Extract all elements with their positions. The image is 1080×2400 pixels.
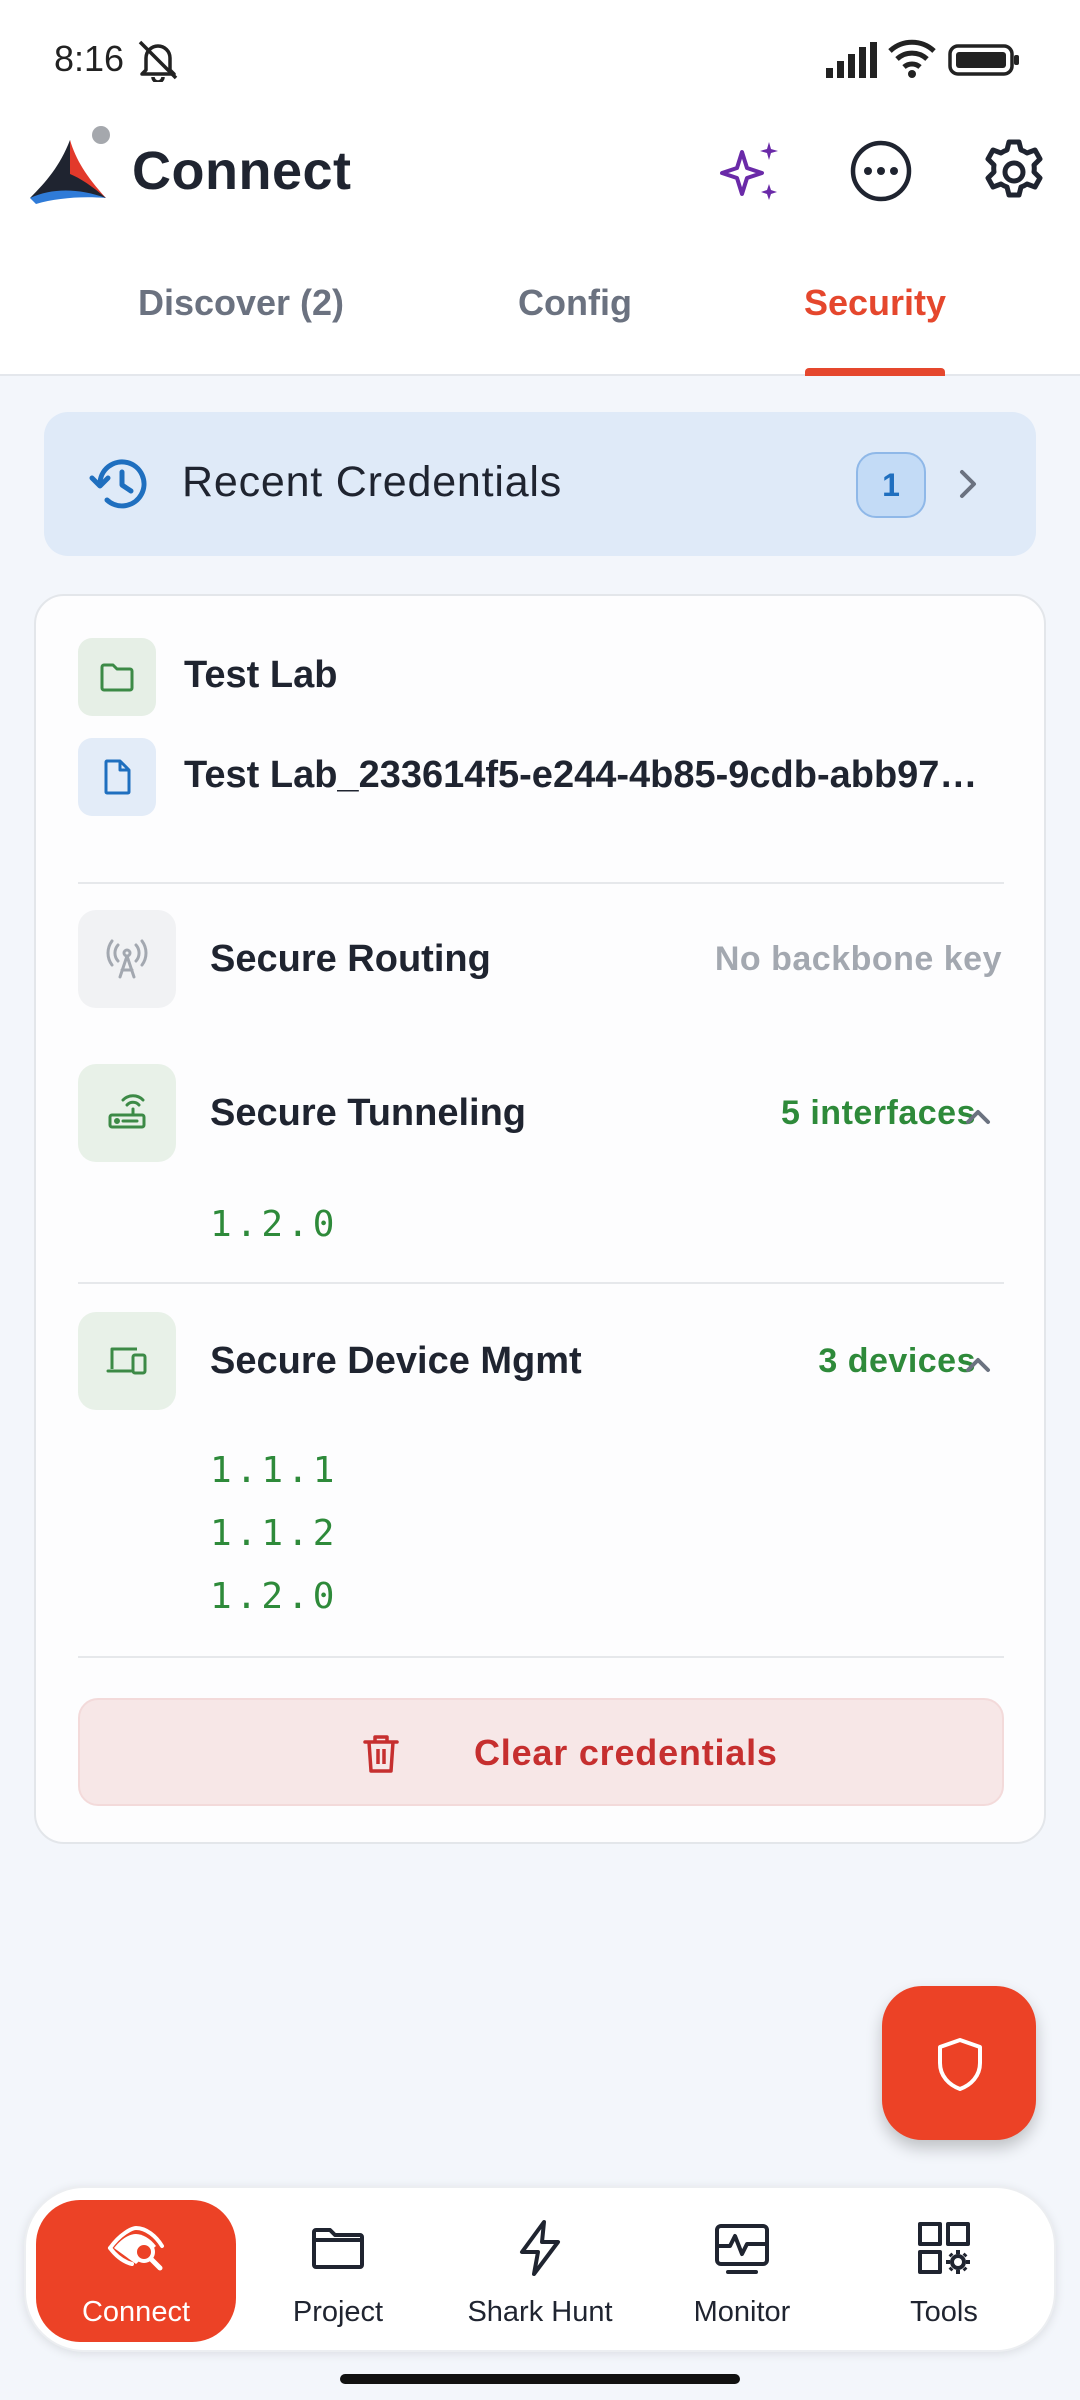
- sparkles-icon[interactable]: [716, 138, 786, 208]
- tunneling-version: 1.2.0: [210, 1204, 339, 1245]
- home-indicator: [340, 2374, 740, 2384]
- recent-credentials-count-badge: 1: [856, 452, 926, 518]
- connect-eye-icon: [108, 2225, 164, 2271]
- wifi-icon: [888, 39, 936, 78]
- status-time: 8:16: [54, 38, 125, 79]
- divider: [78, 882, 1004, 884]
- nav-label: Connect: [81, 2296, 190, 2328]
- connection-status-dot: [92, 126, 110, 144]
- project-name: Test Lab: [184, 654, 338, 696]
- device-mgmt-icon-box: [78, 1312, 176, 1410]
- tab-discover[interactable]: Discover (2): [136, 282, 346, 324]
- device-mgmt-version: 1.2.0: [210, 1576, 339, 1617]
- notifications-muted-icon: [138, 40, 178, 82]
- nav-item-monitor[interactable]: Monitor: [642, 2200, 842, 2342]
- lightning-icon: [520, 2220, 560, 2276]
- security-fab-button[interactable]: [882, 1986, 1036, 2140]
- divider: [78, 1656, 1004, 1658]
- credential-card: Test Lab Test Lab_233614f5-e244-4b85-9cd…: [34, 594, 1046, 1844]
- section-title-secure-tunneling: Secure Tunneling: [210, 1092, 527, 1134]
- folder-icon: [312, 2228, 364, 2269]
- tools-icon: [918, 2222, 970, 2274]
- file-icon: [104, 759, 131, 795]
- nav-item-shark-hunt[interactable]: Shark Hunt: [440, 2200, 640, 2342]
- file-icon-box: [78, 738, 156, 816]
- clear-credentials-button[interactable]: Clear credentials: [78, 1698, 1004, 1806]
- nav-item-connect[interactable]: Connect: [36, 2200, 236, 2342]
- nav-label: Shark Hunt: [467, 2296, 613, 2328]
- divider: [78, 1282, 1004, 1284]
- secure-routing-status: No backbone key: [714, 940, 1002, 978]
- secure-tunneling-count: 5 interfaces: [781, 1094, 976, 1132]
- chevron-up-icon[interactable]: [960, 1346, 996, 1382]
- folder-icon: [100, 663, 134, 692]
- section-title-secure-device-mgmt: Secure Device Mgmt: [210, 1340, 582, 1382]
- recent-credentials-label: Recent Credentials: [182, 458, 563, 506]
- shield-icon: [938, 2038, 982, 2091]
- nav-label: Monitor: [693, 2296, 791, 2328]
- nav-label: Project: [292, 2296, 384, 2328]
- credential-file-name: Test Lab_233614f5-e244-4b85-9cdb-abb97…: [184, 754, 978, 796]
- routing-icon-box: [78, 910, 176, 1008]
- nav-item-tools[interactable]: Tools: [844, 2200, 1044, 2342]
- active-tab-indicator: [805, 368, 945, 376]
- device-mgmt-version: 1.1.2: [210, 1513, 339, 1554]
- tunneling-icon-box: [78, 1064, 176, 1162]
- trash-icon: [363, 1735, 399, 1773]
- battery-icon: [948, 44, 1019, 76]
- history-icon: [89, 459, 147, 509]
- secure-device-mgmt-count: 3 devices: [818, 1342, 976, 1380]
- bottom-navigation: Connect Project Shark Hunt Monitor Tools: [24, 2186, 1056, 2352]
- gear-icon[interactable]: [980, 138, 1048, 206]
- page-title: Connect: [132, 141, 352, 201]
- device-mgmt-version: 1.1.1: [210, 1450, 339, 1491]
- monitor-icon: [715, 2224, 769, 2274]
- shark-logo-icon: [30, 140, 106, 204]
- chevron-right-icon: [960, 470, 976, 498]
- tab-config[interactable]: Config: [500, 282, 650, 324]
- status-bar: 8:16: [0, 0, 1080, 120]
- devices-icon: [106, 1347, 147, 1375]
- nav-item-project[interactable]: Project: [238, 2200, 438, 2342]
- chevron-up-icon[interactable]: [960, 1098, 996, 1134]
- project-icon-box: [78, 638, 156, 716]
- antenna-icon: [106, 939, 148, 979]
- more-options-icon[interactable]: [848, 138, 914, 204]
- recent-credentials-button[interactable]: Recent Credentials 1: [44, 412, 1036, 556]
- tab-security[interactable]: Security: [790, 282, 960, 324]
- router-icon: [108, 1094, 146, 1129]
- section-title-secure-routing: Secure Routing: [210, 938, 491, 980]
- nav-label: Tools: [910, 2296, 978, 2328]
- signal-icon: [826, 42, 877, 78]
- clear-credentials-label: Clear credentials: [474, 1732, 778, 1773]
